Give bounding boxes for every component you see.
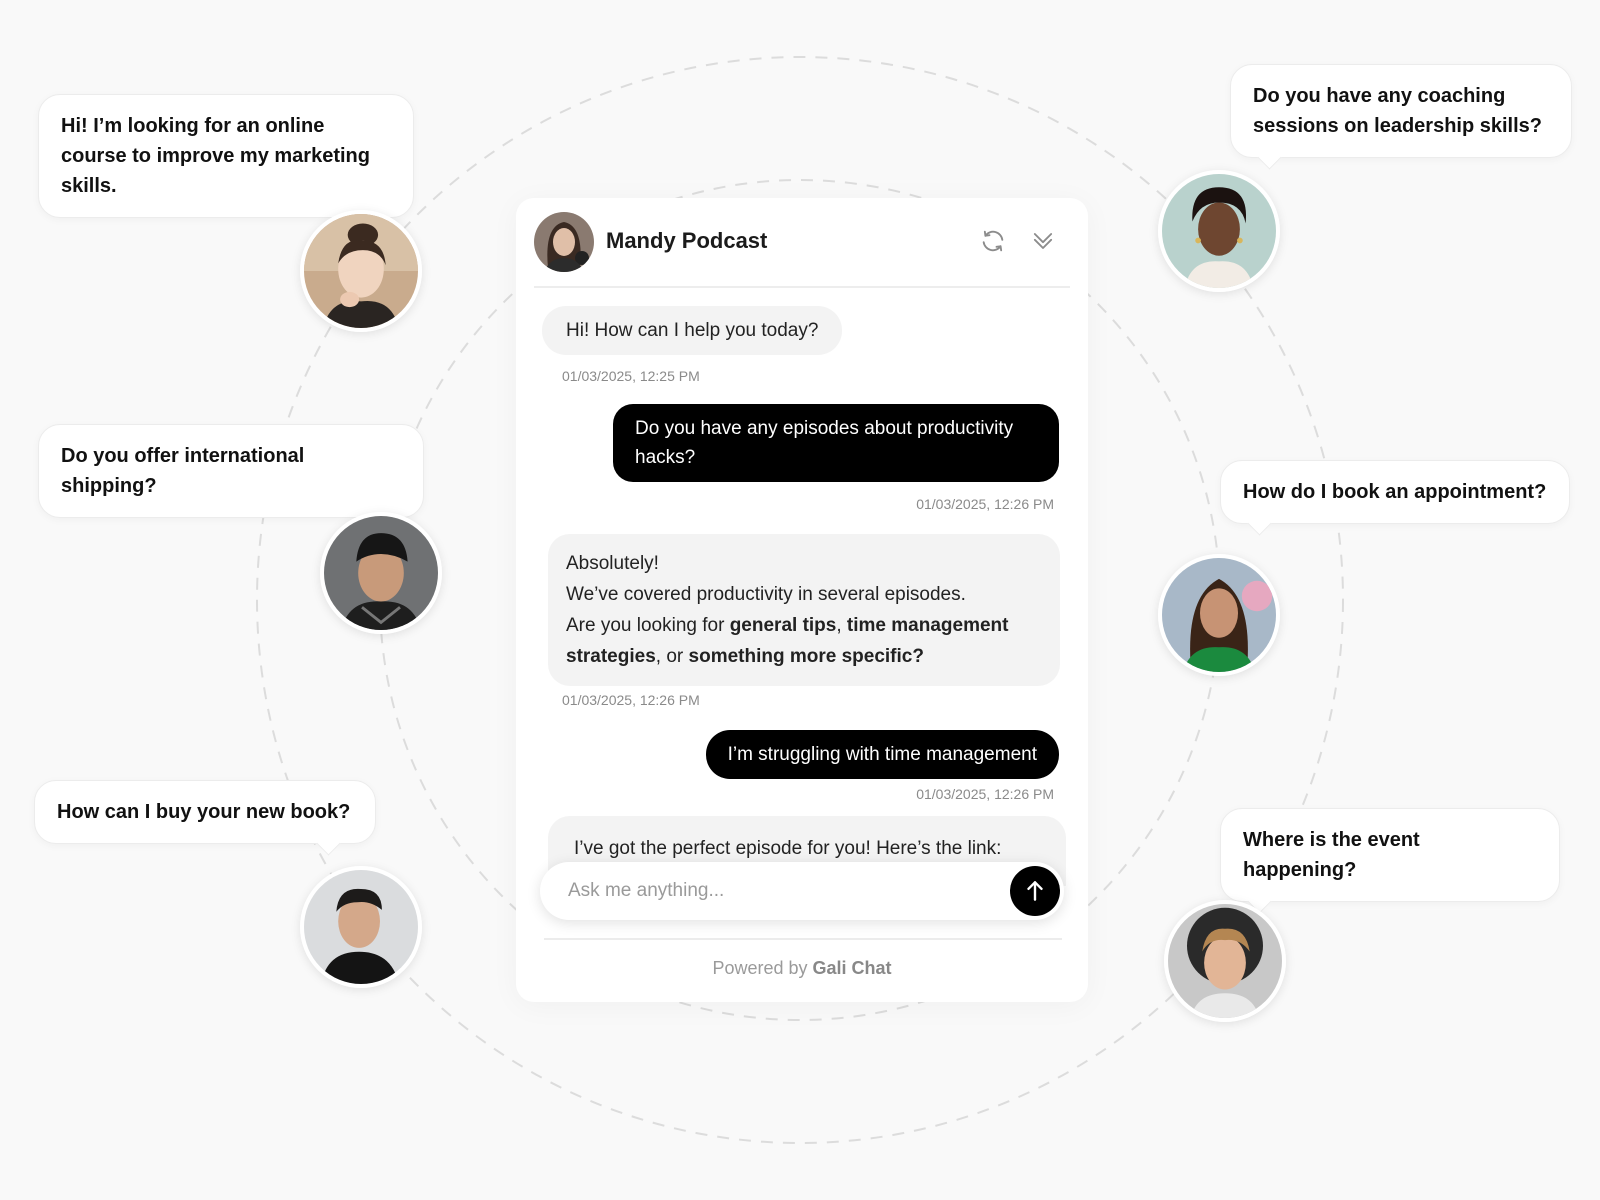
chat-title: Mandy Podcast [606,228,768,253]
send-button[interactable] [1010,866,1060,916]
message-text: I’ve got the perfect episode for you! He… [574,838,1002,859]
question-bubble-course: Hi! I’m looking for an online course to … [38,94,414,218]
host-photo [534,212,594,272]
footer-divider [544,938,1062,940]
powered-by: Powered by Gali Chat [516,958,1088,979]
message-text: , or [655,646,689,667]
user-message: Do you have any episodes about productiv… [613,404,1059,482]
person-photo [1168,904,1282,1018]
refresh-icon [982,230,1004,252]
double-chevron-down-icon [1033,233,1053,249]
message-composer [540,862,1064,920]
question-text: Where is the event happening? [1243,829,1420,881]
chat-widget: Mandy Podcast Hi! How can I help you tod… [516,198,1088,1002]
message-line: Are you looking for general tips, time m… [566,610,1042,672]
avatar-woman-smiling [1158,554,1280,676]
collapse-button[interactable] [1028,226,1058,256]
question-text: Do you offer international shipping? [61,445,305,497]
question-text: How can I buy your new book? [57,801,351,823]
person-photo [1162,174,1276,288]
bot-message: Absolutely! We’ve covered productivity i… [548,534,1060,686]
option-specific: something more specific? [688,646,924,667]
question-text: Do you have any coaching sessions on lea… [1253,85,1543,137]
avatar-man-curly [1164,900,1286,1022]
avatar-man-turtleneck [300,866,422,988]
message-timestamp: 01/03/2025, 12:26 PM [916,496,1054,512]
message-text: Hi! How can I help you today? [566,320,819,341]
brand-link[interactable]: Gali Chat [813,958,892,978]
avatar-woman-bun [300,210,422,332]
option-general-tips: general tips [729,615,837,636]
message-line: Absolutely! [566,553,659,574]
question-text: How do I book an appointment? [1243,481,1547,503]
message-line: We’ve covered productivity in several ep… [566,584,966,605]
message-text: I’m struggling with time management [727,744,1037,765]
person-photo [304,870,418,984]
person-photo [324,516,438,630]
person-photo [304,214,418,328]
message-timestamp: 01/03/2025, 12:26 PM [916,786,1054,802]
question-bubble-shipping: Do you offer international shipping? [38,424,424,518]
powered-prefix: Powered by [712,958,813,978]
message-text: Are you looking for [566,615,730,636]
stage: Hi! I’m looking for an online course to … [0,0,1600,1200]
question-bubble-appointment: How do I book an appointment? [1220,460,1570,524]
chat-header: Mandy Podcast [534,212,1070,288]
refresh-button[interactable] [978,226,1008,256]
avatar-man-beanie [320,512,442,634]
question-text: Hi! I’m looking for an online course to … [61,115,370,197]
question-bubble-event: Where is the event happening? [1220,808,1560,902]
avatar-woman-curly [1158,170,1280,292]
message-timestamp: 01/03/2025, 12:25 PM [562,368,700,384]
bot-message: Hi! How can I help you today? [542,306,843,355]
arrow-up-icon [1027,881,1043,901]
user-message: I’m struggling with time management [705,730,1059,779]
person-photo [1162,558,1276,672]
message-text: , [836,615,847,636]
question-bubble-coaching: Do you have any coaching sessions on lea… [1230,64,1572,158]
host-avatar [534,212,594,272]
question-bubble-book: How can I buy your new book? [34,780,376,844]
message-timestamp: 01/03/2025, 12:26 PM [562,692,700,708]
message-text: Do you have any episodes about productiv… [635,418,1014,468]
message-input[interactable] [568,872,988,910]
